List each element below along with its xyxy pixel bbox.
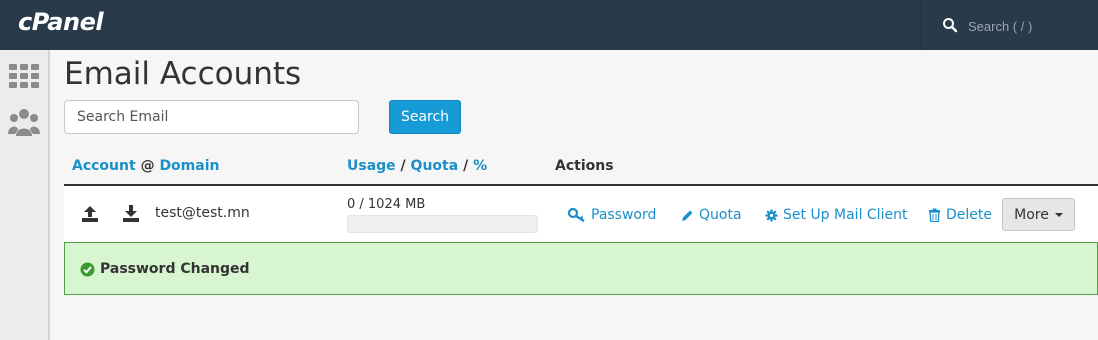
header-account-domain: Account @ Domain (72, 158, 219, 174)
sidebar (0, 50, 50, 340)
upload-icon[interactable] (80, 204, 100, 224)
usage-progress-bar (347, 215, 538, 233)
header-slash-1: / (400, 158, 406, 174)
header-usage-quota: Usage / Quota / % (347, 158, 487, 174)
users-icon[interactable] (8, 106, 40, 138)
gear-icon (765, 209, 778, 221)
sort-percent-link[interactable]: % (473, 158, 487, 174)
page-title: Email Accounts (64, 56, 302, 92)
password-action[interactable]: Password (568, 207, 656, 223)
sort-usage-link[interactable]: Usage (347, 158, 396, 174)
more-dropdown-button[interactable]: More (1002, 198, 1075, 231)
pencil-icon (682, 210, 693, 221)
key-icon (568, 208, 585, 222)
delete-action[interactable]: Delete (928, 207, 992, 223)
global-search (921, 0, 1098, 50)
alert-message: Password Changed (100, 261, 250, 277)
password-label: Password (591, 207, 657, 223)
setup-mail-client-action[interactable]: Set Up Mail Client (765, 207, 907, 223)
usage-text: 0 / 1024 MB (347, 197, 426, 212)
search-icon (943, 18, 958, 33)
header-at: @ (140, 158, 155, 174)
setup-mail-client-label: Set Up Mail Client (783, 207, 908, 223)
grid-icon[interactable] (8, 60, 40, 92)
caret-down-icon (1054, 212, 1063, 217)
global-search-input[interactable] (966, 14, 1090, 38)
search-button[interactable]: Search (389, 100, 461, 134)
delete-label: Delete (946, 207, 992, 223)
sort-account-link[interactable]: Account (72, 158, 136, 174)
trash-icon (929, 208, 940, 222)
top-bar: cPanel (0, 0, 1098, 50)
account-email: test@test.mn (155, 205, 250, 221)
sort-domain-link[interactable]: Domain (159, 158, 219, 174)
header-slash-2: / (463, 158, 469, 174)
cpanel-logo[interactable]: cPanel (18, 8, 104, 36)
quota-action[interactable]: Quota (681, 207, 742, 223)
download-icon[interactable] (121, 204, 141, 224)
header-actions: Actions (555, 158, 614, 174)
search-email-input[interactable] (64, 100, 359, 134)
check-circle-icon (80, 262, 95, 277)
sort-quota-link[interactable]: Quota (411, 158, 459, 174)
more-label: More (1014, 206, 1049, 223)
quota-label: Quota (699, 207, 742, 223)
